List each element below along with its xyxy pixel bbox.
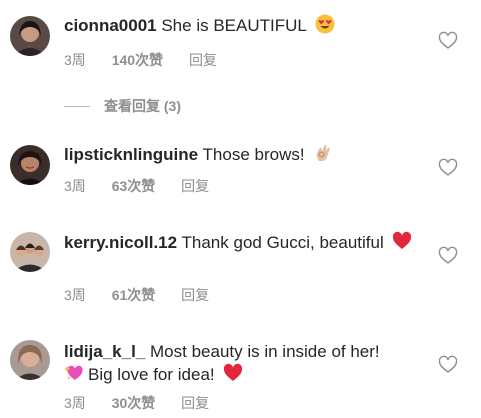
red-heart-emoji (392, 231, 412, 251)
reply-button[interactable]: 回复 (181, 178, 209, 194)
comment-likes[interactable]: 30次赞 (112, 395, 156, 411)
red-heart-emoji (223, 363, 243, 383)
comment-time: 3周 (64, 52, 86, 68)
comment-likes[interactable]: 63次赞 (112, 178, 156, 194)
comment-text: She is BEAUTIFUL (161, 16, 307, 35)
comment-text: Thank god Gucci, beautiful (181, 233, 384, 252)
comment-likes[interactable]: 140次赞 (112, 52, 163, 68)
comment-username[interactable]: kerry.nicoll.12 (64, 233, 177, 252)
comment-text: Most beauty is in inside of her! (150, 342, 380, 361)
reply-button[interactable]: 回复 (189, 52, 217, 68)
avatar[interactable] (10, 16, 50, 56)
ok-hand-emoji (313, 143, 333, 163)
view-replies-divider (64, 105, 90, 107)
comment-username[interactable]: lidija_k_l_ (64, 342, 145, 361)
reply-button[interactable]: 回复 (181, 287, 209, 303)
sparkling-heart-emoji (64, 363, 84, 383)
avatar[interactable] (10, 232, 50, 272)
view-replies-label: 查看回复 (3) (104, 98, 181, 114)
comment-username[interactable]: cionna0001 (64, 16, 157, 35)
reply-button[interactable]: 回复 (181, 395, 209, 411)
comment-time: 3周 (64, 287, 86, 303)
comment-likes[interactable]: 61次赞 (112, 287, 156, 303)
like-heart-icon[interactable] (438, 355, 458, 375)
avatar[interactable] (10, 340, 50, 380)
comment-time: 3周 (64, 395, 86, 411)
comment-text: Those brows! (202, 145, 305, 164)
view-replies-toggle[interactable]: 查看回复 (3) (64, 96, 181, 116)
avatar[interactable] (10, 145, 50, 185)
comment-text-continued: Big love for idea! (88, 365, 215, 384)
like-heart-icon[interactable] (438, 31, 458, 51)
heart-eyes-emoji (315, 14, 335, 34)
comment-username[interactable]: lipsticknlinguine (64, 145, 198, 164)
comment-time: 3周 (64, 178, 86, 194)
like-heart-icon[interactable] (438, 246, 458, 266)
like-heart-icon[interactable] (438, 158, 458, 178)
